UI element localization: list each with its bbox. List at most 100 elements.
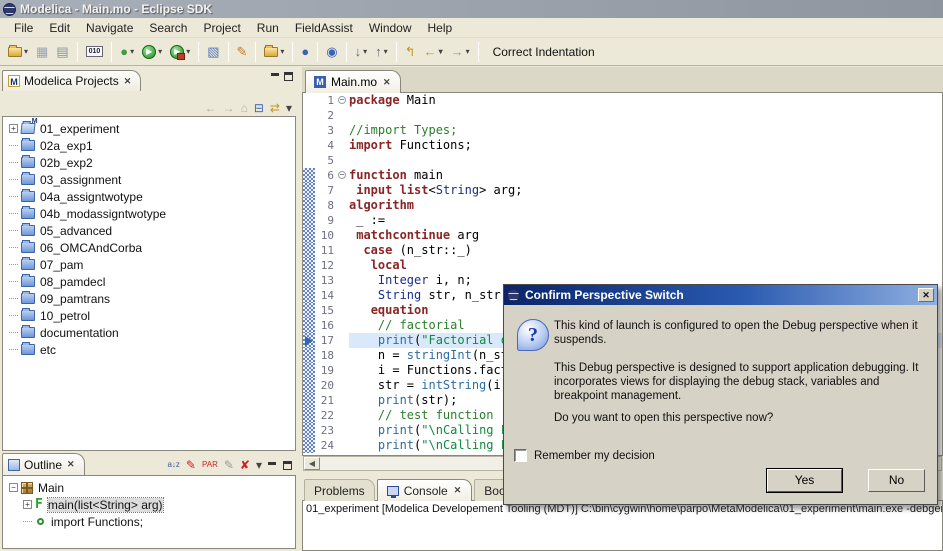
save-icon[interactable]: ▦: [33, 42, 51, 62]
external-tools-icon[interactable]: ▶▾: [167, 42, 193, 62]
code-text: [349, 153, 942, 168]
new-wizard-icon[interactable]: ▾: [5, 44, 31, 60]
menu-item-fieldassist[interactable]: FieldAssist: [287, 19, 361, 37]
web-sphere-icon[interactable]: ●: [298, 42, 312, 62]
back-icon[interactable]: ←: [205, 102, 217, 114]
menu-item-project[interactable]: Project: [195, 19, 248, 37]
back-icon[interactable]: ←▾: [421, 42, 446, 62]
collapse-icon[interactable]: −: [338, 171, 346, 179]
line-number: 20: [315, 378, 337, 393]
yes-button[interactable]: Yes: [767, 469, 842, 492]
dropdown-arrow-icon[interactable]: ▾: [439, 47, 443, 56]
project-tree-item[interactable]: 06_OMCAndCorba: [7, 239, 295, 256]
mark-occurrences-icon[interactable]: ✎: [234, 42, 251, 62]
web-globe-icon[interactable]: ◉: [323, 42, 340, 62]
run-icon[interactable]: ▶▾: [139, 42, 165, 62]
remember-decision-checkbox[interactable]: [514, 449, 527, 462]
tab-main-mo[interactable]: M Main.mo ✕: [305, 70, 401, 93]
close-icon[interactable]: ✕: [66, 459, 76, 470]
close-icon[interactable]: ✕: [123, 76, 133, 87]
expander-plus-icon[interactable]: +: [23, 500, 32, 509]
hide-imports-icon[interactable]: ✘: [240, 459, 250, 471]
line-number: 21: [315, 393, 337, 408]
project-tree-item[interactable]: 04a_assigntwotype: [7, 188, 295, 205]
dropdown-arrow-icon[interactable]: ▾: [24, 47, 28, 56]
outline-tree-item[interactable]: +Fmain(list<String> arg): [7, 496, 295, 513]
close-icon[interactable]: ✕: [382, 77, 392, 88]
console-content[interactable]: 01_experiment [Modelica Developement Too…: [302, 501, 943, 551]
project-tree-item[interactable]: 05_advanced: [7, 222, 295, 239]
menu-item-window[interactable]: Window: [361, 19, 420, 37]
menu-item-navigate[interactable]: Navigate: [78, 19, 141, 37]
dropdown-arrow-icon[interactable]: ▾: [158, 47, 162, 56]
code-line: 5: [303, 153, 942, 168]
collapse-all-icon[interactable]: ⊟: [254, 102, 264, 114]
outline-tree-item[interactable]: import Functions;: [7, 513, 295, 530]
correct-indentation-button[interactable]: Correct Indentation: [484, 41, 604, 63]
maximize-view-icon[interactable]: [284, 72, 293, 81]
last-edit-location-icon[interactable]: ↰: [402, 42, 419, 62]
forward-icon[interactable]: →: [223, 102, 235, 114]
console-view-icon[interactable]: ▧: [204, 42, 222, 62]
link-with-editor-icon[interactable]: ⇄: [270, 102, 280, 114]
minimize-view-icon[interactable]: [268, 461, 277, 470]
project-tree-item[interactable]: 08_pamdecl: [7, 273, 295, 290]
minimize-view-icon[interactable]: [271, 72, 280, 81]
project-tree-item[interactable]: etc: [7, 341, 295, 358]
forward-icon[interactable]: →▾: [448, 42, 473, 62]
collapse-icon[interactable]: −: [338, 96, 346, 104]
fold-gutter: [337, 273, 349, 288]
debug-icon[interactable]: ●▾: [117, 42, 137, 62]
dropdown-arrow-icon[interactable]: ▾: [130, 47, 134, 56]
fold-gutter: [337, 393, 349, 408]
project-tree-item[interactable]: 02a_exp1: [7, 137, 295, 154]
no-button[interactable]: No: [868, 469, 925, 492]
menu-item-edit[interactable]: Edit: [41, 19, 78, 37]
print-icon[interactable]: ▤: [53, 42, 71, 62]
outline-tree-item[interactable]: −Main: [7, 479, 295, 496]
project-tree-item[interactable]: 07_pam: [7, 256, 295, 273]
dropdown-arrow-icon[interactable]: ▾: [280, 47, 284, 56]
view-menu-icon[interactable]: ▾: [286, 102, 292, 114]
binary-view-icon[interactable]: 010: [83, 43, 107, 60]
menu-item-file[interactable]: File: [6, 19, 41, 37]
annotation-gutter: [303, 303, 315, 318]
dropdown-arrow-icon[interactable]: ▾: [466, 47, 470, 56]
project-tree-item[interactable]: 04b_modassigntwotype: [7, 205, 295, 222]
dropdown-arrow-icon[interactable]: ▾: [186, 47, 190, 56]
hide-protected-icon[interactable]: ✎: [224, 459, 234, 471]
project-tree-item[interactable]: 09_pamtrans: [7, 290, 295, 307]
project-tree-item[interactable]: 10_petrol: [7, 307, 295, 324]
close-icon[interactable]: ✕: [453, 485, 463, 496]
dialog-close-icon[interactable]: ✕: [918, 288, 934, 302]
tab-modelica-projects[interactable]: M Modelica Projects ✕: [2, 70, 141, 91]
up-icon[interactable]: ⌂: [241, 102, 248, 114]
scroll-left-icon[interactable]: ◀: [304, 457, 320, 470]
dropdown-arrow-icon[interactable]: ▾: [384, 47, 388, 56]
view-menu-icon[interactable]: ▾: [256, 459, 262, 471]
expander-plus-icon[interactable]: +: [9, 124, 18, 133]
menu-item-search[interactable]: Search: [141, 19, 195, 37]
sort-icon[interactable]: a↓z: [167, 459, 179, 471]
open-folder-icon[interactable]: ▾: [261, 44, 287, 60]
hide-fields-icon[interactable]: ✎: [186, 459, 196, 471]
outline-view: Outline ✕ a↓z ✎ PAR ✎ ✘ ▾ −Main+Fmain(list<St…: [2, 452, 296, 549]
next-annotation-icon[interactable]: ↓▾: [352, 42, 371, 62]
menu-item-help[interactable]: Help: [420, 19, 461, 37]
project-tree-item[interactable]: documentation: [7, 324, 295, 341]
fold-gutter: [337, 153, 349, 168]
dropdown-arrow-icon[interactable]: ▾: [363, 47, 367, 56]
expander-minus-icon[interactable]: −: [9, 483, 18, 492]
tab-console[interactable]: Console✕: [377, 479, 473, 501]
project-tree-item[interactable]: 02b_exp2: [7, 154, 295, 171]
menu-item-run[interactable]: Run: [249, 19, 287, 37]
outline-label: main(list<String> arg): [48, 498, 163, 512]
hide-parameters-icon[interactable]: PAR: [202, 459, 218, 471]
project-tree-item[interactable]: +01_experiment: [7, 120, 295, 137]
tab-problems[interactable]: Problems: [304, 479, 375, 501]
maximize-view-icon[interactable]: [283, 461, 292, 470]
tab-outline[interactable]: Outline ✕: [2, 453, 85, 475]
previous-annotation-icon[interactable]: ↑▾: [372, 42, 391, 62]
dialog-title-bar[interactable]: Confirm Perspective Switch ✕: [504, 285, 937, 305]
project-tree-item[interactable]: 03_assignment: [7, 171, 295, 188]
